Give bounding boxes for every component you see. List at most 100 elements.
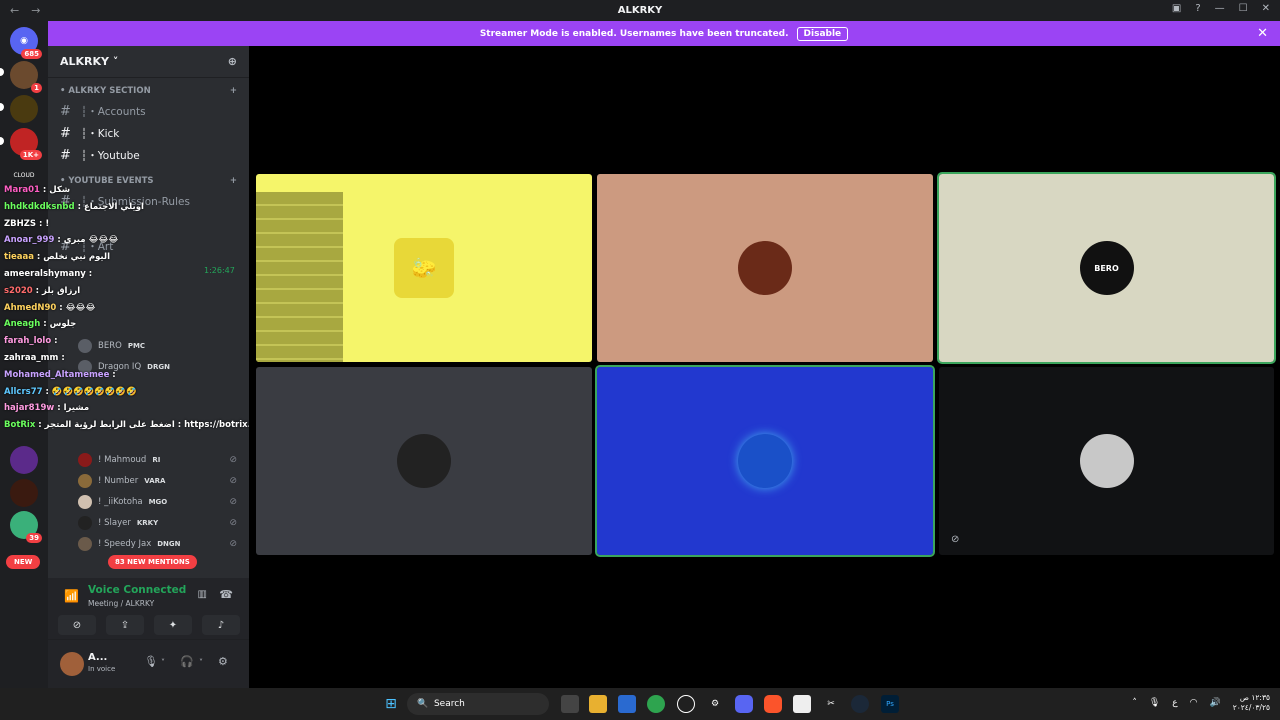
- microphone-icon[interactable]: 🎙: [144, 655, 158, 668]
- voice-member[interactable]: ! Mahmoud RI ⊘: [48, 449, 249, 470]
- guild-header[interactable]: ALKRKY ˅ ⊕: [48, 46, 249, 78]
- clock[interactable]: ١٢:٣٥ ص ٢٠٢٤/٠٣/٢٥: [1233, 693, 1270, 713]
- channel-label: ┆・Youtube: [80, 149, 140, 162]
- channel-accounts[interactable]: # ┆・Accounts: [48, 100, 249, 122]
- avatar: [78, 515, 92, 530]
- member-name: ! _iiKotoha: [98, 496, 143, 507]
- hash-icon: #: [60, 147, 71, 163]
- disable-button[interactable]: Disable: [796, 26, 849, 41]
- category-header[interactable]: • ALKRKY SECTION +: [48, 82, 249, 100]
- chat-separator: :: [40, 319, 50, 330]
- member-tag: KRKY: [136, 518, 159, 527]
- chat-separator: :: [56, 302, 66, 313]
- capcut-icon[interactable]: ✂: [822, 695, 840, 713]
- minimize-icon[interactable]: —: [1215, 3, 1225, 14]
- volume-icon[interactable]: 🔊: [1210, 698, 1221, 708]
- server-icon-5[interactable]: [10, 446, 38, 474]
- app-icon[interactable]: [677, 695, 695, 713]
- help-icon[interactable]: ?: [1195, 3, 1200, 14]
- channel-youtube[interactable]: # ┆・Youtube: [48, 144, 249, 166]
- user-name: A...: [88, 652, 108, 663]
- gear-icon[interactable]: ⚙: [218, 655, 228, 668]
- chat-separator: :: [42, 386, 52, 397]
- photoshop-icon[interactable]: Ps: [881, 695, 899, 713]
- server-icon-3[interactable]: 1K+: [10, 128, 42, 160]
- chat-separator: :: [33, 252, 44, 263]
- brave-icon[interactable]: [764, 695, 782, 713]
- signal-icon[interactable]: 📶: [64, 589, 79, 603]
- task-view-icon[interactable]: [561, 695, 579, 713]
- video-tile[interactable]: [595, 365, 935, 557]
- chat-username: tieaaa: [4, 252, 34, 263]
- server-icon-6[interactable]: [10, 479, 38, 507]
- video-tile[interactable]: 🧽: [256, 174, 592, 362]
- activities-button[interactable]: ✦: [154, 615, 192, 635]
- new-pill[interactable]: NEW: [6, 555, 41, 569]
- video-tile[interactable]: [597, 174, 933, 362]
- video-tile[interactable]: BERO: [937, 172, 1276, 364]
- invite-icon[interactable]: ⊕: [228, 55, 237, 68]
- time: ١٢:٣٥ ص: [1239, 693, 1270, 702]
- server-icon-7[interactable]: 39: [10, 511, 42, 543]
- member-name: ! Speedy Jax: [98, 538, 152, 549]
- inbox-icon[interactable]: ▣: [1172, 3, 1181, 14]
- chat-separator: :: [54, 235, 64, 246]
- video-tile[interactable]: ⊘: [939, 367, 1274, 555]
- chat-message: 😂😂😂: [65, 302, 96, 313]
- chevron-up-icon[interactable]: ˄: [1132, 698, 1137, 708]
- microphone-tray-icon[interactable]: 🎙: [1149, 698, 1160, 708]
- deafened-icon: ⊘: [229, 538, 237, 549]
- avatar: [397, 434, 451, 488]
- unread-pill: [0, 103, 4, 111]
- settings-icon[interactable]: ⚙: [706, 695, 724, 713]
- screenshare-button[interactable]: ⇪: [106, 615, 144, 635]
- video-tile[interactable]: [256, 367, 592, 555]
- server-icon-1[interactable]: 1: [10, 61, 42, 93]
- channel-kick[interactable]: # ┆・Kick: [48, 122, 249, 144]
- voice-member[interactable]: ! Speedy Jax DNGN ⊘: [48, 533, 249, 554]
- file-explorer-icon[interactable]: [589, 695, 607, 713]
- voice-member[interactable]: ! Number VARA ⊘: [48, 470, 249, 491]
- member-name: ! Slayer: [98, 517, 131, 528]
- windows-start-icon[interactable]: ⊞: [382, 695, 400, 713]
- chevron-down-icon[interactable]: ˅: [199, 658, 203, 667]
- close-icon[interactable]: ✕: [1257, 26, 1268, 41]
- avatar: [78, 494, 92, 509]
- muted-icon: ⊘: [951, 534, 960, 545]
- avatar[interactable]: [60, 652, 84, 676]
- voice-channel[interactable]: Meeting / ALKRKY: [88, 599, 154, 608]
- app-icon[interactable]: [793, 695, 811, 713]
- chat-username: Aneagh: [4, 319, 41, 330]
- voice-member[interactable]: ! Slayer KRKY ⊘: [48, 512, 249, 533]
- language-indicator[interactable]: ع: [1172, 698, 1177, 708]
- taskbar-search[interactable]: 🔍 Search: [407, 693, 549, 715]
- chevron-down-icon[interactable]: ˅: [161, 658, 165, 667]
- deafened-icon: ⊘: [229, 496, 237, 507]
- maximize-icon[interactable]: ☐: [1239, 3, 1248, 14]
- member-tag: MGO: [148, 497, 168, 506]
- avatar: [738, 241, 792, 295]
- noise-icon[interactable]: ▥: [198, 589, 207, 600]
- soundboard-button[interactable]: ♪: [202, 615, 240, 635]
- chat-username: Mara01: [4, 185, 40, 195]
- chat-separator: :: [74, 201, 84, 212]
- headphones-icon[interactable]: 🎧: [180, 655, 194, 668]
- wifi-icon[interactable]: ◠: [1190, 698, 1198, 708]
- anime-avatar: [738, 434, 792, 488]
- camera-button[interactable]: ⊘: [58, 615, 96, 635]
- voice-status: Voice Connected: [88, 584, 187, 596]
- store-icon[interactable]: [618, 695, 636, 713]
- add-channel-icon[interactable]: +: [230, 86, 237, 96]
- disconnect-icon[interactable]: ☎: [219, 588, 233, 601]
- home-server-icon[interactable]: ◉ 685: [10, 27, 42, 59]
- chat-message: مبري 😂😂😂: [63, 235, 119, 246]
- search-icon: 🔍: [417, 699, 429, 709]
- chat-separator: :: [58, 352, 65, 363]
- voice-member[interactable]: ! _iiKotoha MGO ⊘: [48, 491, 249, 512]
- chrome-icon[interactable]: [647, 695, 665, 713]
- server-icon-2[interactable]: [10, 95, 38, 123]
- discord-icon[interactable]: [735, 695, 753, 713]
- steam-icon[interactable]: [851, 695, 869, 713]
- close-window-icon[interactable]: ✕: [1262, 3, 1270, 14]
- new-mentions-pill[interactable]: 83 NEW MENTIONS: [108, 555, 197, 569]
